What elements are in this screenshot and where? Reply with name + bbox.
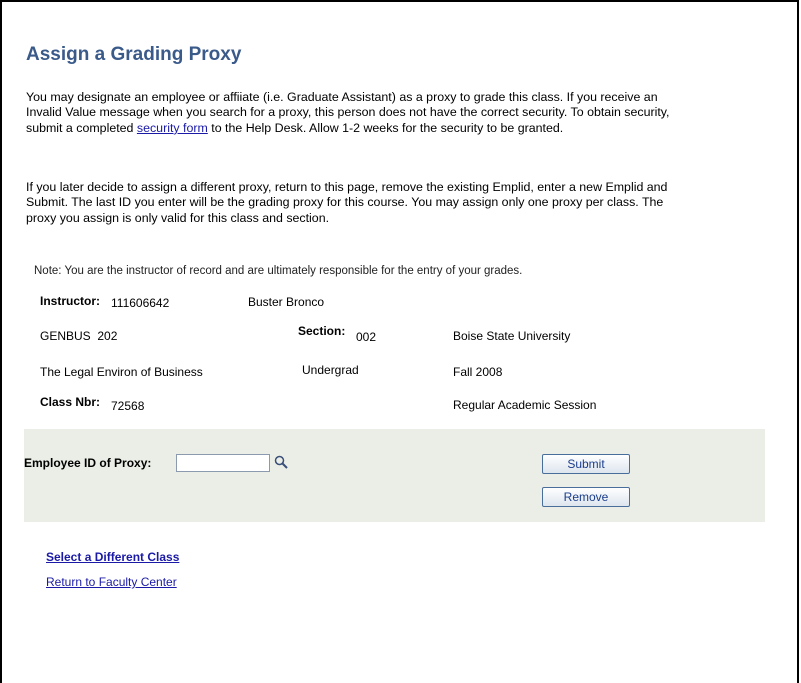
page-title: Assign a Grading Proxy [26,44,242,65]
intro-paragraph-2: If you later decide to assign a differen… [26,180,668,225]
remove-button[interactable]: Remove [542,487,630,507]
return-faculty-center-link[interactable]: Return to Faculty Center [46,575,177,589]
submit-button[interactable]: Submit [542,454,630,474]
term: Fall 2008 [453,365,503,379]
proxy-label: Employee ID of Proxy: [24,456,152,470]
session: Regular Academic Session [453,398,597,412]
course-title: The Legal Environ of Business [40,365,203,379]
intro-paragraph-1: You may designate an employee or affiiat… [26,90,686,136]
lookup-icon[interactable] [273,454,289,470]
section-number: 002 [356,330,377,344]
class-nbr: 72568 [111,399,145,413]
instructor-id: 111606642 [111,296,170,310]
intro-text-1b: to the Help Desk. Allow 1-2 weeks for th… [207,120,564,135]
proxy-panel [24,429,765,522]
academic-career: Undergrad [302,363,359,377]
instructor-label: Instructor: [40,294,100,308]
course-code: GENBUS 202 [40,329,118,343]
class-nbr-label: Class Nbr: [40,395,101,409]
proxy-id-input[interactable] [176,454,270,472]
institution-name: Boise State University [453,329,571,343]
instructor-name: Buster Bronco [248,295,325,309]
section-label: Section: [298,324,346,338]
security-form-link[interactable]: security form [137,121,208,135]
select-different-class-link[interactable]: Select a Different Class [46,550,179,564]
responsibility-note: Note: You are the instructor of record a… [34,265,523,277]
